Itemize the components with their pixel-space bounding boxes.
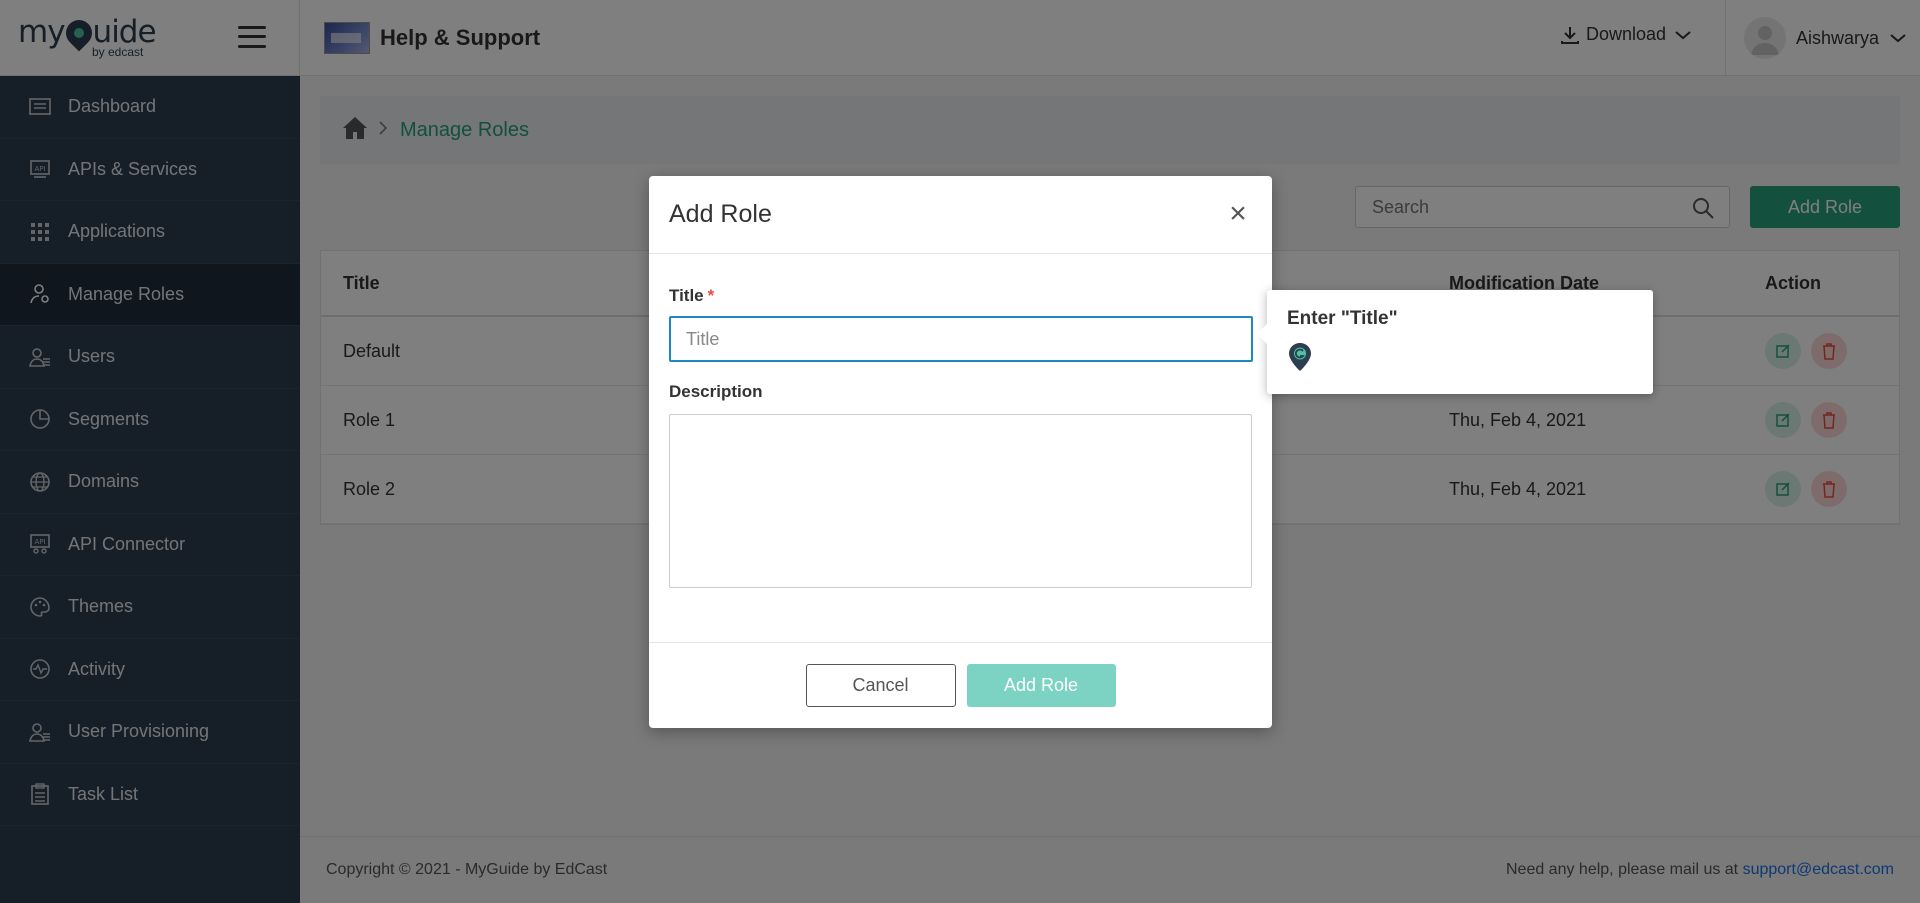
required-marker: * bbox=[707, 286, 715, 305]
add-role-dialog: Add Role × Title* Description Cancel Add… bbox=[649, 176, 1272, 728]
dialog-title: Add Role bbox=[669, 200, 772, 228]
cancel-button[interactable]: Cancel bbox=[805, 664, 956, 707]
add-role-submit-button[interactable]: Add Role bbox=[966, 664, 1116, 707]
guide-tooltip: Enter "Title" bbox=[1257, 290, 1653, 394]
myguide-pin-icon bbox=[1289, 343, 1311, 371]
description-textarea[interactable] bbox=[669, 414, 1252, 588]
title-input[interactable] bbox=[669, 316, 1253, 362]
dialog-footer: Cancel Add Role bbox=[649, 642, 1272, 728]
description-label: Description bbox=[669, 382, 763, 401]
dialog-header: Add Role × bbox=[649, 176, 1272, 254]
title-label: Title bbox=[669, 286, 704, 305]
dialog-body: Title* Description bbox=[649, 254, 1272, 593]
title-label-row: Title * bbox=[669, 286, 1252, 306]
close-icon[interactable]: × bbox=[1224, 199, 1252, 229]
tooltip-text: Enter "Title" bbox=[1287, 308, 1398, 329]
